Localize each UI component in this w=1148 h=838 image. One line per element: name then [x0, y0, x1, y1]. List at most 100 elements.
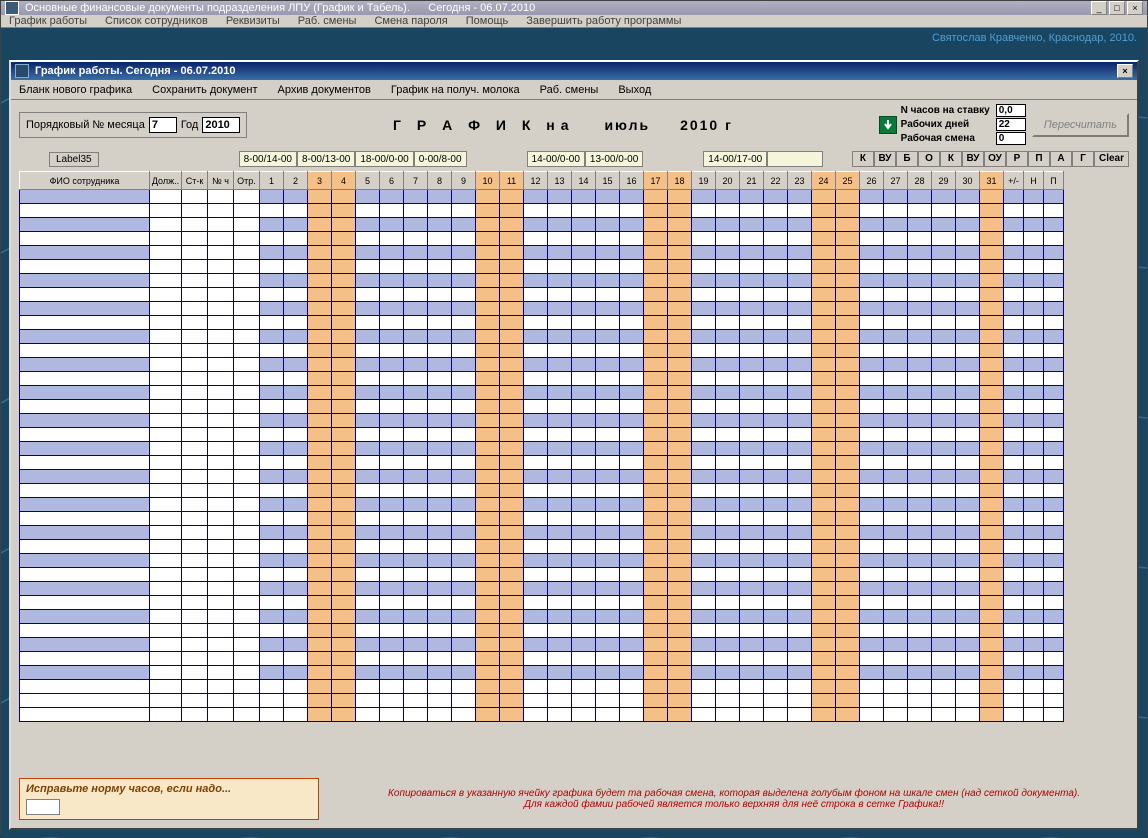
schedule-grid[interactable]: ФИО сотрудникаДолж..Ст-к№ чОтр.123456789… [19, 171, 1064, 722]
day-header[interactable]: 1 [260, 172, 284, 190]
code-button[interactable]: К [940, 151, 962, 167]
day-header[interactable]: 12 [524, 172, 548, 190]
day-header[interactable]: 23 [788, 172, 812, 190]
table-row[interactable] [20, 442, 1064, 456]
table-row[interactable] [20, 694, 1064, 708]
menu-archive[interactable]: Архив документов [278, 84, 371, 96]
table-row[interactable] [20, 624, 1064, 638]
table-row[interactable] [20, 652, 1064, 666]
code-button[interactable]: О [918, 151, 940, 167]
table-row[interactable] [20, 680, 1064, 694]
table-row[interactable] [20, 428, 1064, 442]
shift-cell[interactable]: 18-00/0-00 [355, 151, 413, 167]
day-header[interactable]: 24 [812, 172, 836, 190]
table-row[interactable] [20, 204, 1064, 218]
table-row[interactable] [20, 316, 1064, 330]
day-header[interactable]: 28 [908, 172, 932, 190]
code-button[interactable]: А [1050, 151, 1072, 167]
table-row[interactable] [20, 526, 1064, 540]
column-header[interactable]: № ч [208, 172, 234, 190]
column-header[interactable]: Ст-к [182, 172, 208, 190]
day-header[interactable]: 14 [572, 172, 596, 190]
menu-save[interactable]: Сохранить документ [152, 84, 257, 96]
day-header[interactable]: 18 [668, 172, 692, 190]
code-button[interactable]: Р [1006, 151, 1028, 167]
menu-help[interactable]: Помощь [466, 15, 509, 27]
day-header[interactable]: 17 [644, 172, 668, 190]
day-header[interactable]: 21 [740, 172, 764, 190]
table-row[interactable] [20, 666, 1064, 680]
days-input[interactable] [996, 118, 1026, 131]
table-row[interactable] [20, 540, 1064, 554]
day-header[interactable]: 4 [332, 172, 356, 190]
column-header[interactable]: Долж.. [150, 172, 182, 190]
day-header[interactable]: 5 [356, 172, 380, 190]
shift-cell[interactable]: 8-00/13-00 [297, 151, 355, 167]
code-button[interactable]: ВУ [962, 151, 984, 167]
table-row[interactable] [20, 582, 1064, 596]
shift-cell[interactable]: 14-00/0-00 [527, 151, 585, 167]
table-row[interactable] [20, 456, 1064, 470]
menu-milk[interactable]: График на получ. молока [391, 84, 520, 96]
table-row[interactable] [20, 260, 1064, 274]
shift-cell[interactable]: 0-00/8-00 [414, 151, 467, 167]
shift-cell[interactable]: 14-00/17-00 [703, 151, 767, 167]
month-input[interactable] [149, 117, 177, 133]
day-header[interactable]: 29 [932, 172, 956, 190]
table-row[interactable] [20, 218, 1064, 232]
day-header[interactable]: 25 [836, 172, 860, 190]
menu-employees[interactable]: Список сотрудников [105, 15, 208, 27]
table-row[interactable] [20, 232, 1064, 246]
table-row[interactable] [20, 554, 1064, 568]
table-row[interactable] [20, 610, 1064, 624]
recalc-button[interactable]: Пересчитать [1032, 113, 1129, 137]
table-row[interactable] [20, 288, 1064, 302]
day-header[interactable]: 2 [284, 172, 308, 190]
day-header[interactable]: 11 [500, 172, 524, 190]
code-button[interactable]: Б [896, 151, 918, 167]
menu-shifts[interactable]: Раб. смены [298, 15, 357, 27]
table-row[interactable] [20, 358, 1064, 372]
table-row[interactable] [20, 512, 1064, 526]
table-row[interactable] [20, 372, 1064, 386]
hours-input[interactable] [996, 104, 1026, 117]
menu-password[interactable]: Смена пароля [374, 15, 447, 27]
table-row[interactable] [20, 596, 1064, 610]
minimize-icon[interactable]: _ [1091, 1, 1107, 15]
column-header[interactable]: Отр. [234, 172, 260, 190]
table-row[interactable] [20, 708, 1064, 722]
code-button[interactable]: П [1028, 151, 1050, 167]
table-row[interactable] [20, 638, 1064, 652]
menu-exit-inner[interactable]: Выход [618, 84, 651, 96]
column-header[interactable]: П [1044, 172, 1064, 190]
table-row[interactable] [20, 386, 1064, 400]
inner-close-icon[interactable]: × [1117, 64, 1133, 78]
day-header[interactable]: 27 [884, 172, 908, 190]
table-row[interactable] [20, 400, 1064, 414]
table-row[interactable] [20, 568, 1064, 582]
day-header[interactable]: 20 [716, 172, 740, 190]
menu-new-blank[interactable]: Бланк нового графика [19, 84, 132, 96]
column-header[interactable]: +/- [1004, 172, 1024, 190]
day-header[interactable]: 6 [380, 172, 404, 190]
table-row[interactable] [20, 330, 1064, 344]
menu-exit[interactable]: Завершить работу программы [526, 15, 681, 27]
day-header[interactable]: 26 [860, 172, 884, 190]
column-header[interactable]: ФИО сотрудника [20, 172, 150, 190]
table-row[interactable] [20, 246, 1064, 260]
menu-workshifts[interactable]: Раб. смены [540, 84, 599, 96]
table-row[interactable] [20, 274, 1064, 288]
column-header[interactable]: Н [1024, 172, 1044, 190]
shift-input[interactable] [996, 132, 1026, 145]
day-header[interactable]: 3 [308, 172, 332, 190]
maximize-icon[interactable]: □ [1109, 1, 1125, 15]
day-header[interactable]: 30 [956, 172, 980, 190]
table-row[interactable] [20, 190, 1064, 204]
day-header[interactable]: 15 [596, 172, 620, 190]
code-button[interactable]: ВУ [874, 151, 896, 167]
day-header[interactable]: 13 [548, 172, 572, 190]
table-row[interactable] [20, 484, 1064, 498]
clear-button[interactable]: Clear [1094, 151, 1129, 167]
table-row[interactable] [20, 344, 1064, 358]
day-header[interactable]: 22 [764, 172, 788, 190]
